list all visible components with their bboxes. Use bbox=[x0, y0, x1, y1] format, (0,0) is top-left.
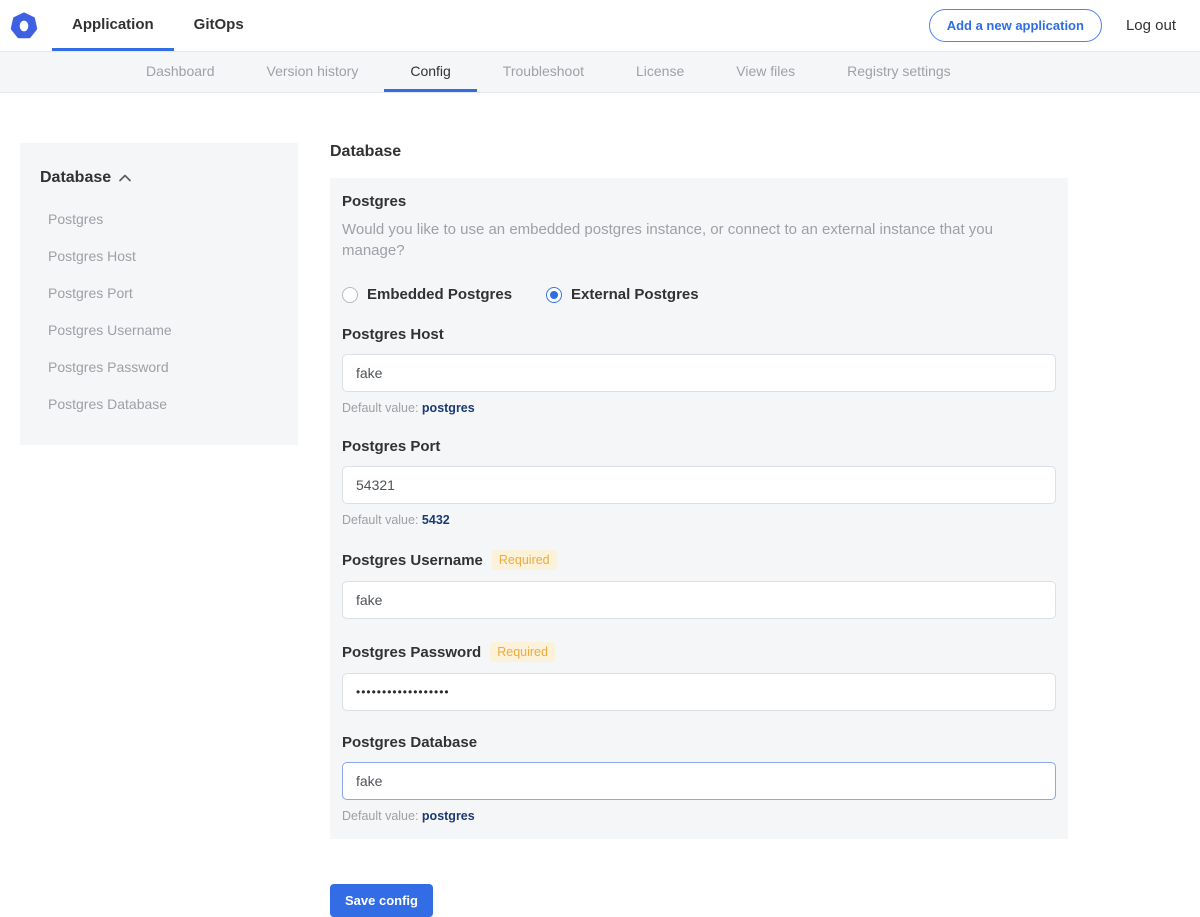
postgres-database-label: Postgres Database bbox=[342, 734, 477, 751]
postgres-database-input[interactable] bbox=[342, 762, 1056, 800]
logout-link[interactable]: Log out bbox=[1126, 17, 1176, 34]
chevron-up-icon bbox=[119, 174, 131, 182]
field-postgres-database: Postgres Database Default value: postgre… bbox=[342, 734, 1056, 823]
field-postgres-username: Postgres Username Required bbox=[342, 550, 1056, 619]
radio-circle-icon bbox=[342, 287, 358, 303]
save-config-button[interactable]: Save config bbox=[330, 884, 433, 917]
postgres-help-text: Would you like to use an embedded postgr… bbox=[342, 219, 1056, 261]
subnav-config[interactable]: Config bbox=[384, 52, 476, 92]
tab-application-label: Application bbox=[72, 16, 154, 33]
top-header: Application GitOps Add a new application… bbox=[0, 0, 1200, 51]
hint-default-value: postgres bbox=[422, 401, 475, 415]
database-config-panel: Postgres Would you like to use an embedd… bbox=[330, 178, 1068, 839]
radio-embedded-label: Embedded Postgres bbox=[367, 286, 512, 303]
app-logo[interactable] bbox=[0, 0, 52, 51]
postgres-database-hint: Default value: postgres bbox=[342, 809, 1056, 823]
postgres-host-input[interactable] bbox=[342, 354, 1056, 392]
sidebar-item-postgres-password[interactable]: Postgres Password bbox=[48, 349, 278, 386]
sidebar-item-list: Postgres Postgres Host Postgres Port Pos… bbox=[40, 201, 278, 423]
sidebar-group-database[interactable]: Database bbox=[40, 169, 278, 187]
postgres-radio-row: Embedded Postgres External Postgres bbox=[342, 286, 1056, 303]
sidebar-item-postgres-host[interactable]: Postgres Host bbox=[48, 238, 278, 275]
postgres-group-label: Postgres bbox=[342, 193, 1056, 210]
postgres-port-input[interactable] bbox=[342, 466, 1056, 504]
app-level-tabs: Application GitOps bbox=[52, 0, 264, 51]
hint-prefix: Default value: bbox=[342, 401, 418, 415]
postgres-password-label: Postgres Password bbox=[342, 644, 481, 661]
postgres-password-input[interactable] bbox=[342, 673, 1056, 711]
field-postgres-host: Postgres Host Default value: postgres bbox=[342, 326, 1056, 415]
subnav-license[interactable]: License bbox=[610, 52, 710, 92]
sidebar-group-label: Database bbox=[40, 169, 111, 187]
radio-embedded-postgres[interactable]: Embedded Postgres bbox=[342, 286, 512, 303]
field-postgres-password: Postgres Password Required bbox=[342, 642, 1056, 711]
postgres-port-label: Postgres Port bbox=[342, 438, 440, 455]
postgres-username-input[interactable] bbox=[342, 581, 1056, 619]
config-groups-sidebar: Database Postgres Postgres Host Postgres… bbox=[20, 143, 298, 445]
postgres-host-label: Postgres Host bbox=[342, 326, 444, 343]
radio-circle-icon bbox=[546, 287, 562, 303]
postgres-group: Postgres Would you like to use an embedd… bbox=[342, 193, 1056, 303]
radio-external-postgres[interactable]: External Postgres bbox=[546, 286, 699, 303]
config-main: Database Postgres Would you like to use … bbox=[330, 143, 1068, 917]
subnav-version-history[interactable]: Version history bbox=[241, 52, 385, 92]
required-badge: Required bbox=[490, 642, 555, 662]
sidebar-item-postgres-port[interactable]: Postgres Port bbox=[48, 275, 278, 312]
page-title: Database bbox=[330, 143, 1068, 161]
hint-prefix: Default value: bbox=[342, 513, 418, 527]
field-postgres-port: Postgres Port Default value: 5432 bbox=[342, 438, 1056, 527]
radio-external-label: External Postgres bbox=[571, 286, 699, 303]
add-new-application-button[interactable]: Add a new application bbox=[929, 9, 1102, 42]
tab-application[interactable]: Application bbox=[52, 0, 174, 51]
hint-default-value: postgres bbox=[422, 809, 475, 823]
header-right: Add a new application Log out bbox=[929, 0, 1200, 51]
tab-gitops[interactable]: GitOps bbox=[174, 0, 264, 51]
subnav-registry-settings[interactable]: Registry settings bbox=[821, 52, 976, 92]
sidebar-item-postgres-username[interactable]: Postgres Username bbox=[48, 312, 278, 349]
config-subnav: Dashboard Version history Config Trouble… bbox=[0, 51, 1200, 93]
subnav-dashboard[interactable]: Dashboard bbox=[120, 52, 241, 92]
postgres-host-hint: Default value: postgres bbox=[342, 401, 1056, 415]
postgres-username-label: Postgres Username bbox=[342, 552, 483, 569]
hint-prefix: Default value: bbox=[342, 809, 418, 823]
subnav-view-files[interactable]: View files bbox=[710, 52, 821, 92]
sidebar-item-postgres[interactable]: Postgres bbox=[48, 201, 278, 238]
sidebar-item-postgres-database[interactable]: Postgres Database bbox=[48, 386, 278, 423]
postgres-port-hint: Default value: 5432 bbox=[342, 513, 1056, 527]
hint-default-value: 5432 bbox=[422, 513, 450, 527]
subnav-troubleshoot[interactable]: Troubleshoot bbox=[477, 52, 610, 92]
required-badge: Required bbox=[492, 550, 557, 570]
kots-logo-icon bbox=[10, 12, 38, 40]
tab-gitops-label: GitOps bbox=[194, 16, 244, 33]
